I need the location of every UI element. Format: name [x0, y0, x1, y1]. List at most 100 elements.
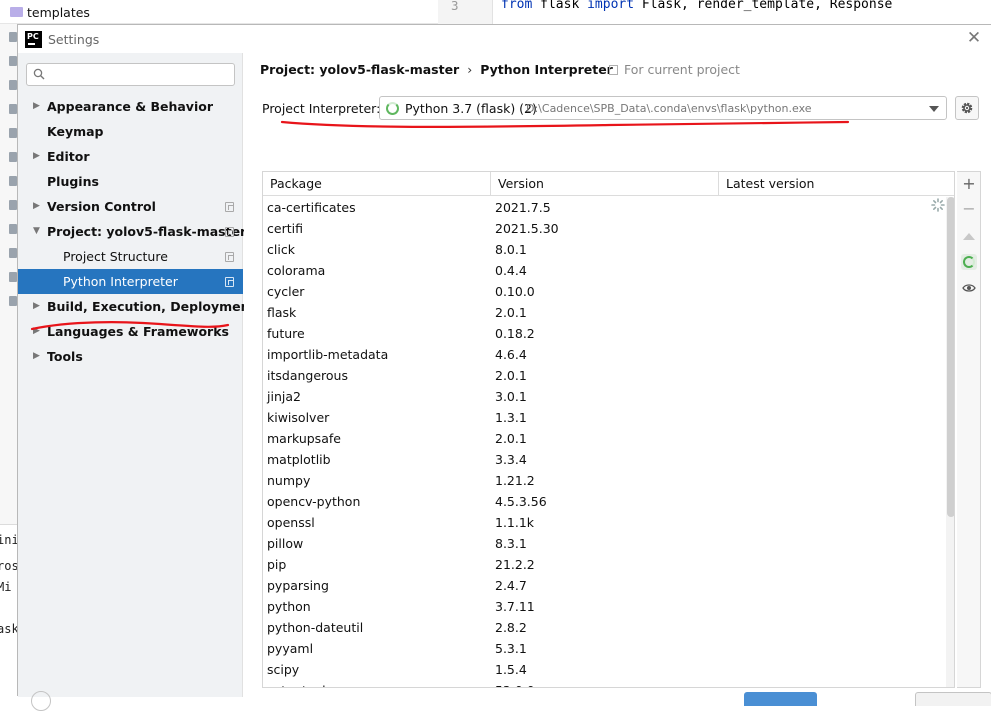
table-row[interactable]: markupsafe 2.0.1	[263, 428, 946, 449]
table-row[interactable]: openssl 1.1.1k	[263, 512, 946, 533]
sidebar-item-plugins[interactable]: Plugins	[18, 169, 243, 194]
expand-arrow-icon[interactable]: ▶	[33, 194, 40, 219]
eye-icon	[962, 284, 976, 292]
table-row[interactable]: cycler 0.10.0	[263, 281, 946, 302]
table-body: ca-certificates 2021.7.5 certifi 2021.5.30 c…	[263, 197, 946, 687]
column-header-package[interactable]: Package	[263, 172, 491, 196]
interpreter-path: D:\Cadence\SPB_Data\.conda\envs\flask\py…	[526, 102, 812, 115]
console-line: ask	[0, 622, 17, 636]
table-row[interactable]: click 8.0.1	[263, 239, 946, 260]
table-row[interactable]: pillow 8.3.1	[263, 533, 946, 554]
breadcrumb-separator: ›	[467, 62, 473, 77]
chevron-down-icon[interactable]	[929, 106, 939, 112]
package-name-cell: scipy	[267, 662, 300, 677]
package-name-cell: itsdangerous	[267, 368, 348, 383]
cancel-button[interactable]	[915, 692, 991, 706]
table-row[interactable]: certifi 2021.5.30	[263, 218, 946, 239]
table-row[interactable]: jinja2 3.0.1	[263, 386, 946, 407]
table-row[interactable]: matplotlib 3.3.4	[263, 449, 946, 470]
expand-arrow-icon[interactable]: ▶	[33, 144, 40, 169]
table-row[interactable]: itsdangerous 2.0.1	[263, 365, 946, 386]
project-tree-item[interactable]: templates	[27, 5, 90, 20]
table-row[interactable]: pip 21.2.2	[263, 554, 946, 575]
package-name-cell: future	[267, 326, 305, 341]
collapse-arrow-icon[interactable]: ▼	[33, 219, 40, 244]
interpreter-settings-button[interactable]	[955, 96, 979, 120]
package-name-cell: numpy	[267, 473, 311, 488]
breadcrumb-parent[interactable]: Project: yolov5-flask-master	[260, 62, 459, 77]
package-name-cell: importlib-metadata	[267, 347, 389, 362]
triangle-up-icon	[963, 233, 975, 240]
table-row[interactable]: pyparsing 2.4.7	[263, 575, 946, 596]
package-version-cell: 2021.5.30	[495, 221, 559, 236]
table-row[interactable]: opencv-python 4.5.3.56	[263, 491, 946, 512]
expand-arrow-icon[interactable]: ▶	[33, 94, 40, 119]
sidebar-item-editor[interactable]: ▶ Editor	[18, 144, 243, 169]
sidebar-item-appearance[interactable]: ▶ Appearance & Behavior	[18, 94, 243, 119]
ok-button[interactable]	[744, 692, 817, 706]
column-header-latest-version[interactable]: Latest version	[719, 172, 954, 196]
package-name-cell: cycler	[267, 284, 305, 299]
sidebar-item-python-interpreter[interactable]: Python Interpreter	[18, 269, 243, 294]
package-version-cell: 4.6.4	[495, 347, 527, 362]
package-name-cell: matplotlib	[267, 452, 331, 467]
package-name-cell: kiwisolver	[267, 410, 330, 425]
package-version-cell: 2.0.1	[495, 305, 527, 320]
package-version-cell: 5.3.1	[495, 641, 527, 656]
file-icon	[9, 128, 17, 138]
file-icon	[9, 176, 17, 186]
install-package-button[interactable]: +	[957, 172, 981, 196]
use-conda-button[interactable]	[957, 250, 981, 274]
table-row[interactable]: colorama 0.4.4	[263, 260, 946, 281]
sidebar-item-keymap[interactable]: Keymap	[18, 119, 243, 144]
table-row[interactable]: scipy 1.5.4	[263, 659, 946, 680]
table-scrollbar[interactable]	[946, 197, 954, 687]
sidebar-item-tools[interactable]: ▶ Tools	[18, 344, 243, 369]
table-row[interactable]: numpy 1.21.2	[263, 470, 946, 491]
table-row[interactable]: setuptools 52.0.0	[263, 680, 946, 687]
expand-arrow-icon[interactable]: ▶	[33, 294, 40, 319]
table-row[interactable]: importlib-metadata 4.6.4	[263, 344, 946, 365]
table-row[interactable]: ca-certificates 2021.7.5	[263, 197, 946, 218]
settings-search[interactable]	[26, 63, 235, 86]
package-name-cell: colorama	[267, 263, 326, 278]
dialog-titlebar: PC Settings ✕	[18, 25, 991, 53]
code-line[interactable]: from flask import Flask, render_template…	[501, 0, 892, 12]
annotation-underline	[30, 321, 230, 331]
sidebar-item-version-control[interactable]: ▶ Version Control	[18, 194, 243, 219]
close-icon[interactable]: ✕	[965, 28, 983, 48]
interpreter-dropdown[interactable]: Python 3.7 (flask) (2) D:\Cadence\SPB_Da…	[379, 96, 947, 120]
table-row[interactable]: python-dateutil 2.8.2	[263, 617, 946, 638]
uninstall-package-button[interactable]: −	[957, 197, 981, 221]
package-name-cell: pyyaml	[267, 641, 314, 656]
sidebar-item-project[interactable]: ▼ Project: yolov5-flask-master	[18, 219, 246, 244]
package-toolbar: + −	[957, 171, 981, 688]
table-row[interactable]: python 3.7.11	[263, 596, 946, 617]
file-icon	[9, 80, 17, 90]
column-header-version[interactable]: Version	[491, 172, 719, 196]
table-row[interactable]: kiwisolver 1.3.1	[263, 407, 946, 428]
package-name-cell: flask	[267, 305, 297, 320]
editor-gutter: 3	[438, 0, 493, 24]
show-early-releases-button[interactable]	[957, 276, 981, 300]
project-scope-icon	[609, 65, 618, 75]
table-row[interactable]: pyyaml 5.3.1	[263, 638, 946, 659]
sidebar-item-project-structure[interactable]: Project Structure	[18, 244, 243, 269]
sidebar-item-build[interactable]: ▶ Build, Execution, Deployment	[18, 294, 255, 319]
folder-icon	[10, 7, 23, 17]
upgrade-package-button[interactable]	[957, 224, 981, 248]
table-row[interactable]: flask 2.0.1	[263, 302, 946, 323]
package-name-cell: openssl	[267, 515, 315, 530]
package-version-cell: 0.4.4	[495, 263, 527, 278]
file-icon	[9, 152, 17, 162]
scrollbar-thumb[interactable]	[947, 197, 954, 517]
console-line: ros	[0, 559, 17, 573]
table-row[interactable]: future 0.18.2	[263, 323, 946, 344]
search-input[interactable]	[51, 66, 231, 83]
file-icon	[9, 104, 17, 114]
help-button[interactable]	[31, 691, 51, 711]
expand-arrow-icon[interactable]: ▶	[33, 344, 40, 369]
console-line: Mi	[0, 580, 12, 594]
package-name-cell: markupsafe	[267, 431, 341, 446]
package-name-cell: python	[267, 599, 311, 614]
